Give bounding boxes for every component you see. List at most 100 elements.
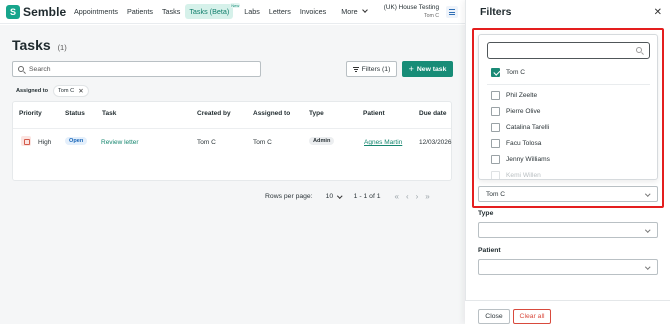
assigned-to-select[interactable]: Tom C bbox=[478, 186, 658, 202]
assignee-option-label: Pierre Olive bbox=[506, 107, 541, 115]
first-page-icon[interactable]: « bbox=[395, 192, 406, 201]
column-header-status[interactable]: Status bbox=[65, 110, 85, 117]
nav-letters[interactable]: Letters bbox=[265, 4, 295, 19]
divider bbox=[487, 84, 650, 85]
assignee-option-label: Catalina Tarelli bbox=[506, 123, 550, 131]
checkbox[interactable] bbox=[491, 106, 500, 116]
search-icon bbox=[636, 47, 642, 53]
nav-tasks-beta-label: Tasks (Beta) bbox=[189, 7, 230, 16]
clear-all-button[interactable]: Clear all bbox=[513, 309, 551, 324]
assignee-option[interactable]: Catalina Tarelli bbox=[491, 121, 549, 133]
hamburger-icon-line bbox=[449, 14, 455, 15]
assignee-option[interactable]: Phil Zeelte bbox=[491, 89, 537, 101]
nav-more-label: More bbox=[341, 7, 358, 16]
filters-button-label: Filters (1) bbox=[361, 65, 391, 73]
checkbox[interactable] bbox=[491, 138, 500, 148]
pagination: Rows per page: 10 1 - 1 of 1 «‹›» bbox=[265, 192, 437, 201]
patient-select[interactable] bbox=[478, 259, 658, 275]
new-tag: New bbox=[230, 3, 241, 8]
previous-page-icon[interactable]: ‹ bbox=[406, 192, 416, 201]
assignee-option-label: Facu Tolosa bbox=[506, 139, 542, 147]
filters-panel-title: Filters bbox=[480, 6, 512, 18]
org-user: Tom C bbox=[424, 13, 439, 19]
assignee-option[interactable]: Tom C bbox=[491, 66, 525, 78]
assignee-option-label: Phil Zeelte bbox=[506, 91, 538, 99]
search-input[interactable]: Search bbox=[12, 61, 261, 77]
org-switcher[interactable]: (UK) House Testing Tom C bbox=[384, 4, 439, 19]
last-page-icon[interactable]: » bbox=[425, 192, 436, 201]
cell-task-link[interactable]: Review letter bbox=[101, 139, 139, 146]
page-title-text: Tasks bbox=[12, 37, 51, 53]
chevron-down-icon bbox=[644, 264, 650, 270]
filter-icon-line bbox=[352, 66, 359, 68]
checkbox[interactable] bbox=[491, 90, 500, 100]
assignee-option-label: Tom C bbox=[506, 68, 526, 76]
column-header-patient[interactable]: Patient bbox=[363, 110, 385, 117]
column-header-due-date[interactable]: Due date bbox=[419, 110, 446, 117]
page-title: Tasks (1) bbox=[12, 37, 67, 53]
org-name: (UK) House Testing bbox=[383, 4, 439, 11]
cell-patient-link[interactable]: Agnes Martin bbox=[364, 139, 402, 146]
main-content: Tasks (1) Search Filters (1) + New task … bbox=[0, 25, 465, 324]
rows-per-page-label: Rows per page: bbox=[265, 193, 313, 200]
nav-invoices[interactable]: Invoices bbox=[296, 4, 330, 19]
assignee-search-input[interactable] bbox=[487, 42, 650, 59]
search-icon bbox=[18, 66, 24, 72]
hamburger-icon-line bbox=[449, 11, 455, 13]
checkbox[interactable] bbox=[491, 122, 500, 132]
nav-tasks-beta[interactable]: Tasks (Beta) New bbox=[185, 3, 241, 19]
brand-name: Semble bbox=[23, 5, 67, 19]
priority-flag-icon bbox=[21, 136, 31, 146]
type-badge: Admin bbox=[309, 137, 335, 145]
filter-chip-label: Tom C bbox=[58, 88, 75, 94]
nav-labs[interactable]: Labs bbox=[240, 4, 264, 19]
assignee-option[interactable]: Pierre Olive bbox=[491, 105, 540, 117]
close-icon[interactable]: ✕ bbox=[654, 7, 662, 18]
active-filter-label: Assigned to bbox=[16, 88, 49, 94]
page-range: 1 - 1 of 1 bbox=[353, 193, 381, 200]
hamburger-menu-button[interactable] bbox=[446, 6, 458, 18]
rows-per-page-select[interactable]: 10 bbox=[325, 193, 343, 200]
column-header-type[interactable]: Type bbox=[309, 110, 324, 117]
checkbox[interactable] bbox=[491, 154, 500, 164]
nav-tasks[interactable]: Tasks bbox=[158, 4, 184, 19]
assignee-option[interactable]: Kemi Willen bbox=[491, 169, 541, 179]
new-task-button[interactable]: + New task bbox=[402, 61, 453, 77]
assignee-option[interactable]: Jenny Williams bbox=[491, 153, 550, 165]
status-badge: Open bbox=[65, 137, 88, 145]
column-header-task[interactable]: Task bbox=[102, 110, 116, 117]
checkbox[interactable] bbox=[491, 170, 500, 179]
search-placeholder: Search bbox=[29, 66, 51, 73]
top-nav: S Semble Appointments Patients Tasks Tas… bbox=[0, 0, 465, 24]
semble-logo-icon: S bbox=[6, 5, 20, 19]
tasks-table: Priority Status Task Created by Assigned… bbox=[12, 101, 452, 181]
nav-appointments[interactable]: Appointments bbox=[70, 4, 122, 19]
close-button[interactable]: Close bbox=[478, 309, 510, 324]
new-task-label: New task bbox=[416, 65, 447, 73]
column-header-assigned-to[interactable]: Assigned to bbox=[253, 110, 290, 117]
filter-icon-line bbox=[354, 70, 357, 72]
filter-chip: Tom C ✕ bbox=[53, 85, 89, 97]
table-row[interactable]: High Open Review letter Tom C Tom C Admi… bbox=[13, 128, 452, 157]
active-filters: Assigned to Tom C ✕ bbox=[16, 85, 89, 97]
patient-label: Patient bbox=[478, 247, 501, 254]
column-header-priority[interactable]: Priority bbox=[19, 110, 42, 117]
next-page-icon[interactable]: › bbox=[416, 192, 426, 201]
rows-per-page-value: 10 bbox=[325, 193, 334, 200]
brand[interactable]: S Semble bbox=[6, 5, 66, 19]
filter-icon bbox=[352, 66, 359, 72]
assignee-option[interactable]: Facu Tolosa bbox=[491, 137, 541, 149]
column-header-created-by[interactable]: Created by bbox=[197, 110, 231, 117]
assignee-dropdown: Tom C Phil Zeelte Pierre Olive Catalina … bbox=[478, 34, 658, 180]
filters-button[interactable]: Filters (1) bbox=[346, 61, 397, 77]
nav-patients[interactable]: Patients bbox=[123, 4, 157, 19]
nav-more[interactable]: More bbox=[337, 4, 370, 19]
filter-icon-line bbox=[353, 68, 358, 70]
chevron-down-icon bbox=[337, 193, 343, 198]
assigned-to-value: Tom C bbox=[486, 191, 506, 198]
remove-chip-icon[interactable]: ✕ bbox=[78, 87, 83, 95]
checkbox-checked[interactable] bbox=[491, 67, 500, 77]
type-select[interactable] bbox=[478, 222, 658, 238]
cell-created-by: Tom C bbox=[197, 139, 216, 146]
chevron-down-icon bbox=[361, 7, 368, 13]
